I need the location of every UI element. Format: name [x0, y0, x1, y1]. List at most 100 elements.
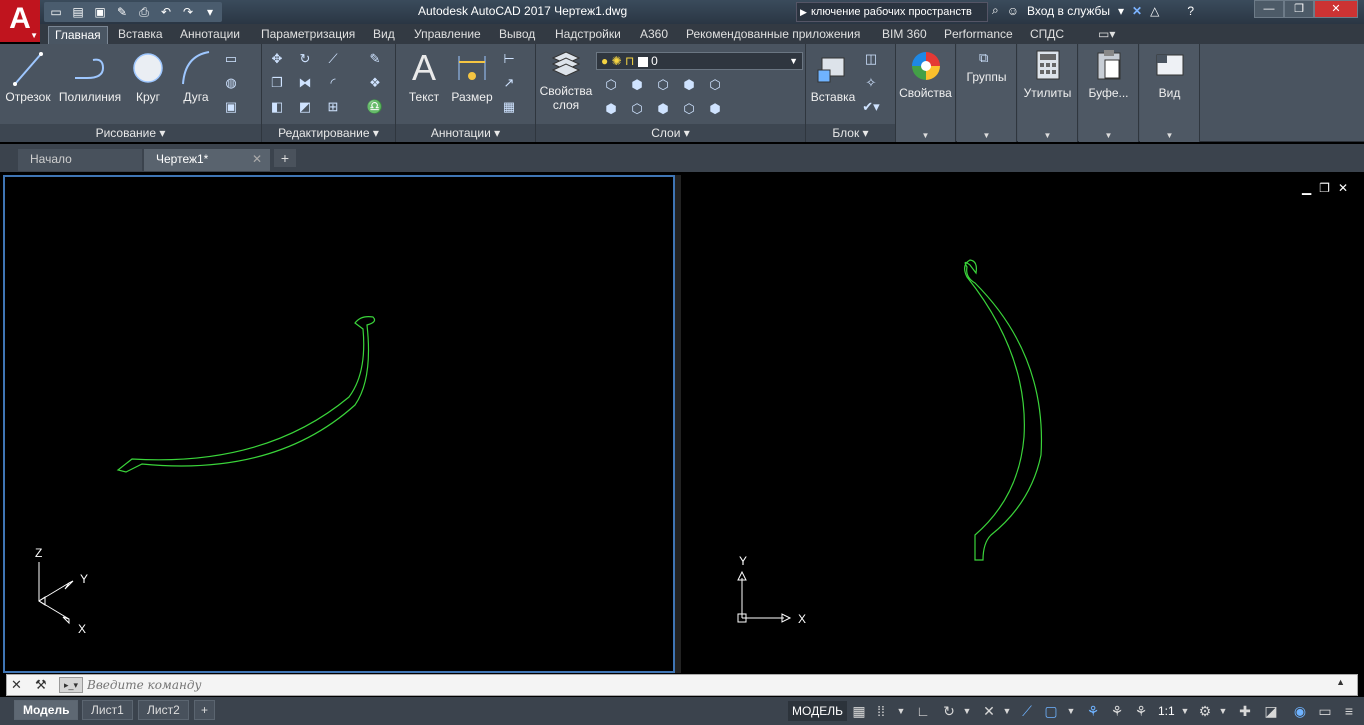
- layer-off-icon[interactable]: ⬡: [602, 76, 620, 94]
- trim-icon[interactable]: ⟋: [324, 50, 342, 68]
- tab-model[interactable]: Модель: [14, 700, 79, 720]
- isodraft-icon[interactable]: ✕: [980, 701, 998, 721]
- minimize-icon[interactable]: ▁: [1302, 181, 1311, 195]
- profile-curve-right[interactable]: [964, 259, 1043, 561]
- rectangle-icon[interactable]: ▭: [222, 50, 240, 68]
- tab-layout1[interactable]: Лист1: [82, 700, 133, 720]
- workspace-switcher[interactable]: ▶ ключение рабочих пространств: [796, 2, 988, 22]
- chevron-down-icon[interactable]: ▼: [1064, 701, 1078, 721]
- clipboard-panel-button[interactable]: Буфе... ▼: [1079, 44, 1139, 142]
- tab-view[interactable]: Вид: [367, 26, 401, 44]
- viewport-right[interactable]: Y X: [681, 175, 1361, 673]
- properties-panel-button[interactable]: Свойства ▼: [896, 44, 956, 142]
- boundary-icon[interactable]: ▣: [222, 98, 240, 116]
- save-as-icon[interactable]: ✎: [114, 5, 130, 19]
- tab-a360[interactable]: A360: [634, 26, 674, 44]
- dimension-button[interactable]: Размер: [450, 48, 494, 104]
- chevron-down-icon[interactable]: ▾: [1118, 4, 1124, 18]
- plus-icon[interactable]: ✚: [1236, 701, 1254, 721]
- layer-walk-icon[interactable]: ⬢: [706, 100, 724, 118]
- help-icon[interactable]: ?: [1187, 4, 1194, 18]
- annotation-visibility-icon[interactable]: ⚘: [1084, 701, 1102, 721]
- chevron-down-icon[interactable]: ▼: [894, 701, 908, 721]
- save-icon[interactable]: ▣: [92, 5, 108, 19]
- hatch-icon[interactable]: ◍: [222, 74, 240, 92]
- chevron-down-icon[interactable]: ▼: [1000, 701, 1014, 721]
- modify-panel-title[interactable]: Редактирование ▾: [262, 124, 395, 142]
- stretch-icon[interactable]: ◧: [268, 98, 286, 116]
- ortho-icon[interactable]: ∟: [914, 701, 932, 721]
- layer-current-icon[interactable]: ⬢: [602, 100, 620, 118]
- close-icon[interactable]: ✕: [1338, 181, 1348, 195]
- ribbon-toggle-icon[interactable]: ▭▾: [1092, 26, 1121, 44]
- array-icon[interactable]: ⊞: [324, 98, 342, 116]
- tab-featured-apps[interactable]: Рекомендованные приложения: [680, 26, 866, 44]
- offset-icon[interactable]: ♎: [366, 98, 384, 116]
- minimize-icon[interactable]: —: [1254, 0, 1284, 18]
- snap-icon[interactable]: ⁞⁞: [872, 701, 890, 721]
- layer-copy-icon[interactable]: ⬡: [628, 100, 646, 118]
- customize-qat-icon[interactable]: ▾: [202, 5, 218, 19]
- close-icon[interactable]: ✕: [1314, 0, 1358, 18]
- drawing-canvas-right[interactable]: Y X: [681, 175, 1361, 673]
- a360-icon[interactable]: △: [1150, 4, 1159, 18]
- viewport-left[interactable]: Z Y X: [3, 175, 675, 673]
- tab-output[interactable]: Вывод: [493, 26, 541, 44]
- object-snap-tracking-icon[interactable]: ⟋: [1018, 701, 1036, 721]
- annotation-panel-title[interactable]: Аннотации ▾: [396, 124, 535, 142]
- new-tab-icon[interactable]: +: [274, 149, 296, 167]
- annotation-scale-icon[interactable]: ⚘: [1132, 701, 1150, 721]
- tab-spds[interactable]: СПДС: [1024, 26, 1070, 44]
- tab-drawing1[interactable]: Чертеж1* ✕: [144, 149, 270, 171]
- redo-icon[interactable]: ↷: [180, 5, 196, 19]
- tab-home[interactable]: Главная: [48, 26, 108, 44]
- move-icon[interactable]: ✥: [268, 50, 286, 68]
- insert-block-button[interactable]: Вставка: [808, 48, 858, 104]
- layer-isolate-icon[interactable]: ⬢: [628, 76, 646, 94]
- fillet-icon[interactable]: ◜: [324, 74, 342, 92]
- line-button[interactable]: Отрезок: [4, 48, 52, 104]
- table-icon[interactable]: ▦: [500, 98, 518, 116]
- draw-panel-title[interactable]: Рисование ▾: [0, 124, 261, 142]
- layer-match-icon[interactable]: ⬡: [706, 76, 724, 94]
- layer-properties-button[interactable]: Свойства слоя: [538, 48, 594, 112]
- layer-thaw-icon[interactable]: ⬢: [654, 100, 672, 118]
- autoscale-icon[interactable]: ⚘: [1108, 701, 1126, 721]
- layer-unlock-icon[interactable]: ⬡: [680, 100, 698, 118]
- arc-button[interactable]: Дуга: [176, 48, 216, 104]
- gear-icon[interactable]: ⚙: [1196, 701, 1214, 721]
- tab-bim360[interactable]: BIM 360: [876, 26, 933, 44]
- attribute-icon[interactable]: ✔▾: [862, 98, 880, 116]
- view-panel-button[interactable]: Вид ▼: [1140, 44, 1200, 142]
- chevron-down-icon[interactable]: ▼: [1178, 701, 1192, 721]
- text-button[interactable]: A Текст: [404, 48, 444, 104]
- annotation-scale-value[interactable]: 1:1: [1158, 701, 1175, 721]
- layers-panel-title[interactable]: Слои ▾: [536, 124, 805, 142]
- tab-addins[interactable]: Надстройки: [549, 26, 627, 44]
- grid-icon[interactable]: ▦: [850, 701, 868, 721]
- application-menu-button[interactable]: A ▼: [0, 0, 40, 42]
- tab-insert[interactable]: Вставка: [112, 26, 169, 44]
- command-input[interactable]: [87, 676, 1327, 694]
- signin-button[interactable]: Вход в службы: [1027, 4, 1110, 18]
- exchange-icon[interactable]: ✕: [1132, 4, 1142, 18]
- tab-parametric[interactable]: Параметризация: [255, 26, 361, 44]
- layer-freeze-icon[interactable]: ⬡: [654, 76, 672, 94]
- mirror-icon[interactable]: ⧓: [296, 74, 314, 92]
- edit-block-icon[interactable]: ✧: [862, 74, 880, 92]
- tab-annotate[interactable]: Аннотации: [174, 26, 246, 44]
- drawing-canvas-left[interactable]: Z Y X: [5, 177, 673, 671]
- hardware-acceleration-icon[interactable]: ◉: [1290, 701, 1310, 721]
- close-icon[interactable]: ✕: [11, 677, 22, 693]
- new-icon[interactable]: ▭: [48, 5, 64, 19]
- chevron-down-icon[interactable]: ▼: [960, 701, 974, 721]
- add-layout-icon[interactable]: +: [194, 700, 216, 720]
- tab-manage[interactable]: Управление: [408, 26, 487, 44]
- layer-lock-icon[interactable]: ⬢: [680, 76, 698, 94]
- command-prompt-icon[interactable]: ▸_▾: [59, 677, 83, 693]
- copy-icon[interactable]: ❐: [268, 74, 286, 92]
- erase-icon[interactable]: ✎: [366, 50, 384, 68]
- tab-start[interactable]: Начало: [18, 149, 142, 171]
- customization-menu-icon[interactable]: ≡: [1340, 701, 1358, 721]
- model-space-button[interactable]: МОДЕЛЬ: [788, 701, 847, 721]
